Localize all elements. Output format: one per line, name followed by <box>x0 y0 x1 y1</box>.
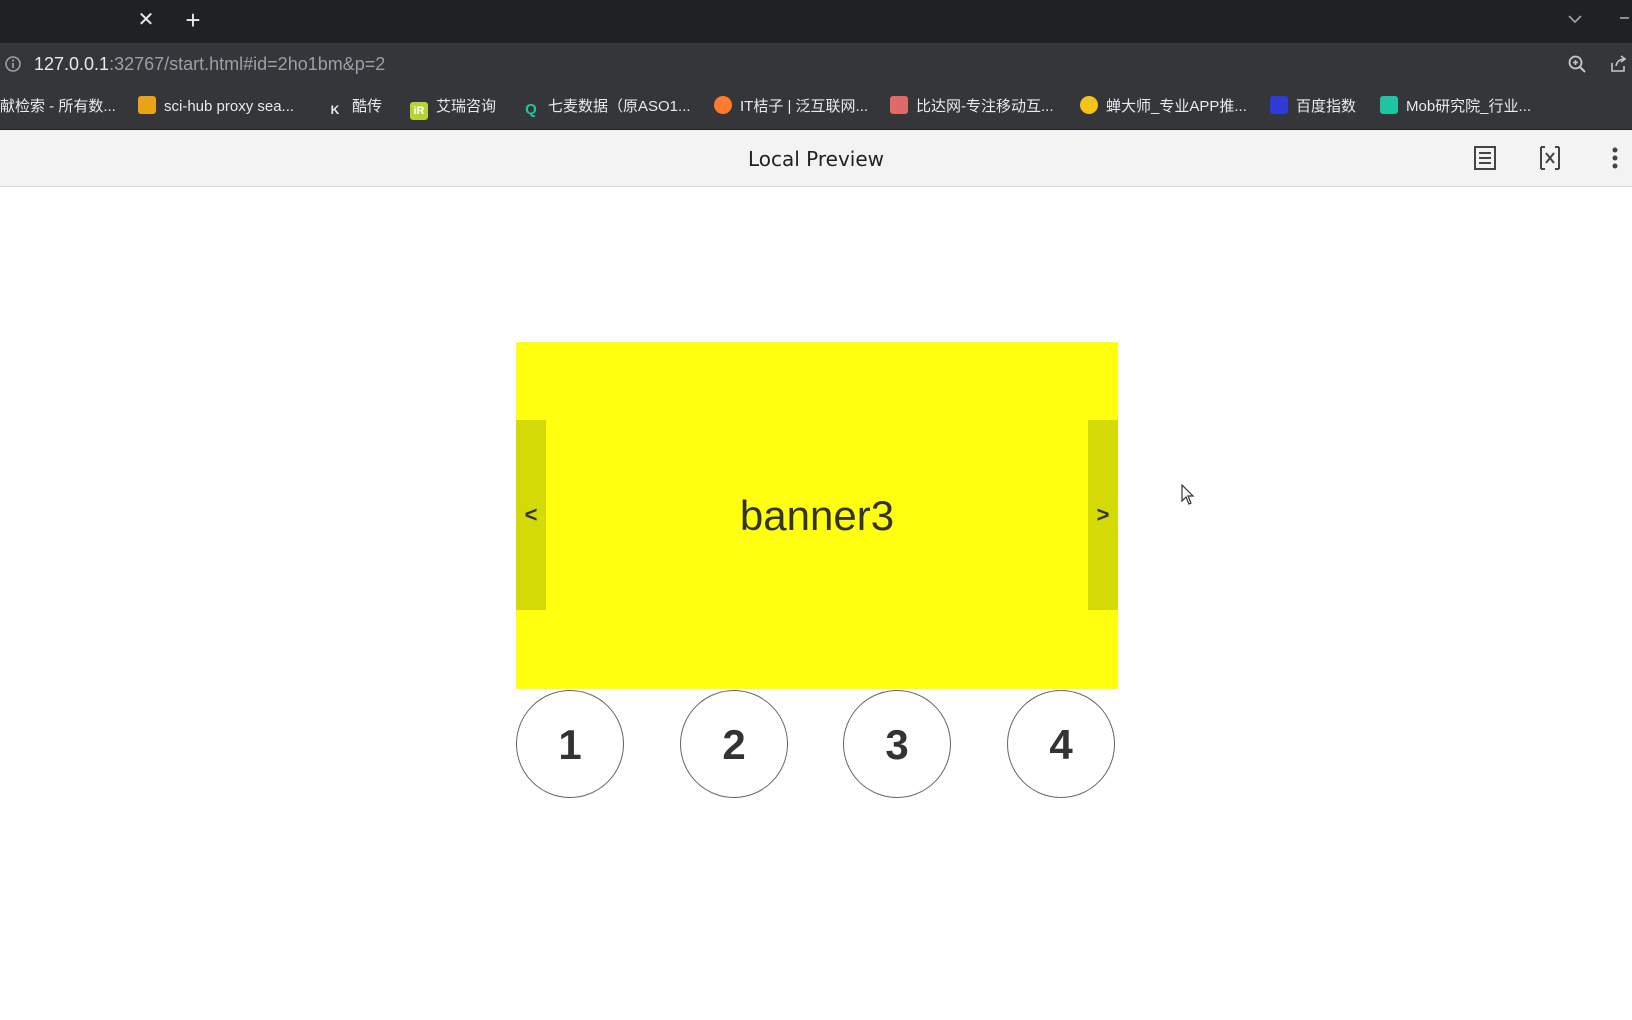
bookmarks-bar: 献检索 - 所有数... sci-hub proxy sea... K 酷传 iR… <box>0 84 1632 130</box>
itjuzi-icon <box>714 96 732 114</box>
tab-search-dropdown-icon[interactable] <box>1562 6 1588 32</box>
carousel-indicators: 1 2 3 4 <box>516 690 1118 800</box>
more-options-icon[interactable] <box>1602 143 1628 173</box>
page-title: Local Preview <box>747 147 885 171</box>
bookmark-label: sci-hub proxy sea... <box>164 98 295 115</box>
iresearch-icon: iR <box>410 102 428 120</box>
bookmark-item[interactable]: iR 艾瑞咨询 <box>410 96 497 120</box>
indicator-3[interactable]: 3 <box>843 690 951 798</box>
bookmark-item[interactable]: 蝉大师_专业APP推... <box>1080 96 1247 118</box>
bookmark-label: 百度指数 <box>1296 98 1357 115</box>
indicator-4[interactable]: 4 <box>1007 690 1115 798</box>
bookmark-item[interactable]: Mob研究院_行业... <box>1380 96 1531 118</box>
bigdata-icon <box>890 96 908 114</box>
bookmark-label: Mob研究院_行业... <box>1406 98 1532 115</box>
bookmark-item[interactable]: K 酷传 <box>326 96 382 118</box>
next-slide-button[interactable]: > <box>1088 420 1118 610</box>
kuchuan-icon: K <box>330 103 340 117</box>
bookmark-label: IT桔子 | 泛互联网... <box>740 98 869 115</box>
banner-text: banner3 <box>739 492 895 539</box>
chandashi-icon <box>1080 96 1098 114</box>
scihub-icon <box>138 96 156 114</box>
bookmark-item[interactable]: 献检索 - 所有数... <box>0 96 116 118</box>
bookmark-label: 献检索 - 所有数... <box>0 98 116 115</box>
qimai-icon: Q <box>525 101 537 118</box>
url-path: :32767/start.html#id=2ho1bm&p=2 <box>109 54 386 74</box>
new-tab-button[interactable]: + <box>178 5 208 35</box>
preview-header: Local Preview <box>0 130 1632 187</box>
url-field[interactable]: 127.0.0.1:32767/start.html#id=2ho1bm&p=2 <box>34 53 385 75</box>
carousel-banner[interactable]: banner3 < > <box>516 342 1118 689</box>
address-bar: 127.0.0.1:32767/start.html#id=2ho1bm&p=2 <box>0 43 1632 84</box>
tab-strip: ✕ + – <box>0 0 1632 43</box>
variable-icon[interactable] <box>1535 143 1565 173</box>
bookmark-label: 艾瑞咨询 <box>436 98 497 115</box>
mob-icon <box>1380 96 1398 114</box>
bookmark-label: 七麦数据（原ASO1... <box>548 98 691 115</box>
bookmark-item[interactable]: IT桔子 | 泛互联网... <box>714 96 868 118</box>
bookmark-item[interactable]: Q 七麦数据（原ASO1... <box>522 96 691 118</box>
share-icon[interactable] <box>1608 54 1628 74</box>
window-minimize-button[interactable]: – <box>1620 8 1632 28</box>
prev-slide-button[interactable]: < <box>516 420 546 610</box>
zoom-icon[interactable] <box>1567 54 1587 74</box>
bookmark-label: 比达网-专注移动互... <box>916 98 1054 115</box>
tab-close-button[interactable]: ✕ <box>132 6 160 34</box>
bookmark-label: 酷传 <box>352 98 383 115</box>
url-host: 127.0.0.1 <box>34 54 110 74</box>
bookmark-item[interactable]: sci-hub proxy sea... <box>138 96 294 118</box>
indicator-2[interactable]: 2 <box>680 690 788 798</box>
mouse-cursor-icon <box>1181 484 1195 505</box>
indicator-1[interactable]: 1 <box>516 690 624 798</box>
site-info-icon[interactable] <box>4 55 22 73</box>
bookmark-label: 蝉大师_专业APP推... <box>1106 98 1247 115</box>
bookmark-item[interactable]: 百度指数 <box>1270 96 1356 118</box>
baidu-icon <box>1270 96 1288 114</box>
document-icon[interactable] <box>1470 143 1500 173</box>
bookmark-item[interactable]: 比达网-专注移动互... <box>890 96 1054 118</box>
